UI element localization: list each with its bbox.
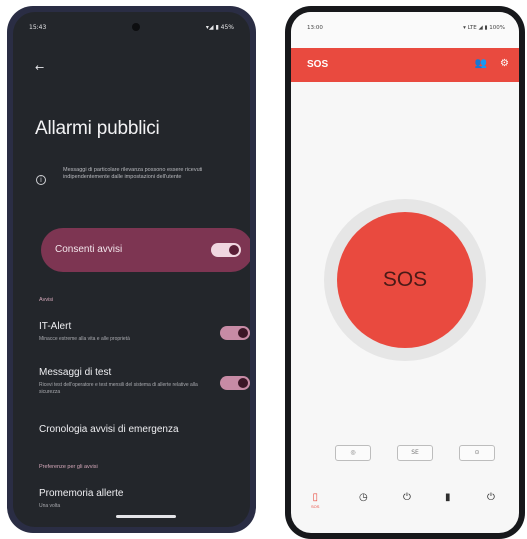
nav-power-tab[interactable]: ⏻	[403, 492, 411, 503]
emergency-alert-history-link[interactable]: Cronologia avvisi di emergenza	[39, 424, 179, 435]
nav-history-tab[interactable]: ◷	[359, 492, 368, 503]
consent-alerts-switch[interactable]	[211, 243, 241, 257]
sos-screen: 13:00 ▾ LTE ◢ ▮ 100% SOS 👥 ⚙ SOS ◎ SE ⊙ …	[291, 12, 519, 533]
sos-button-label: SOS	[382, 268, 428, 291]
contacts-icon[interactable]: 👥	[475, 58, 487, 69]
phone-sos-app: 13:00 ▾ LTE ◢ ▮ 100% SOS 👥 ⚙ SOS ◎ SE ⊙ …	[285, 6, 525, 539]
sos-tab-icon: ▯	[312, 492, 318, 503]
status-time: 13:00	[307, 25, 323, 31]
nav-power-alt-tab[interactable]: ⏻	[487, 492, 495, 503]
quick-action-button-1[interactable]: ◎	[335, 445, 371, 461]
power-icon: ⏻	[403, 492, 411, 503]
switch-thumb	[229, 245, 239, 255]
alert-reminder-subtitle: Una volta	[39, 503, 61, 509]
app-bar: SOS 👥 ⚙	[291, 48, 519, 82]
it-alert-title: IT-Alert	[39, 321, 72, 332]
settings-gear-icon[interactable]: ⚙	[500, 58, 509, 69]
it-alert-subtitle: Minacce estreme alla vita e alle proprie…	[39, 336, 130, 342]
consent-alerts-label: Consenti avvisi	[55, 244, 123, 255]
gesture-nav-bar[interactable]	[116, 515, 176, 518]
test-messages-subtitle: Ricevi test dell'operatore e test mensil…	[39, 382, 198, 395]
status-bar: 13:00 ▾ LTE ◢ ▮ 100%	[291, 12, 519, 48]
page-title: Allarmi pubblici	[35, 118, 160, 139]
status-indicators: ▾◢ ▮ 45%	[205, 24, 234, 31]
power-icon: ⏻	[487, 492, 495, 503]
clock-icon: ◷	[359, 492, 368, 503]
back-arrow-icon[interactable]: ←	[35, 61, 44, 74]
quick-action-button-2[interactable]: SE	[397, 445, 433, 461]
quick-action-button-3[interactable]: ⊙	[459, 445, 495, 461]
bottom-navigation: ▯ SOS ◷ ⏻ ▮ ⏻	[291, 486, 519, 516]
status-indicators: ▾ LTE ◢ ▮ 100%	[463, 25, 505, 31]
test-messages-title: Messaggi di test	[39, 367, 112, 378]
nav-sos-tab[interactable]: ▯ SOS	[311, 492, 319, 509]
info-icon: i	[36, 175, 46, 185]
phone-settings: 15:43 ▾◢ ▮ 45% ← Allarmi pubblici i Mess…	[7, 6, 256, 533]
app-title: SOS	[307, 59, 329, 70]
sos-button[interactable]: SOS	[337, 212, 473, 348]
settings-screen: 15:43 ▾◢ ▮ 45% ← Allarmi pubblici i Mess…	[13, 12, 250, 527]
section-header-preferences: Preferenze per gli avvisi	[39, 464, 98, 470]
test-messages-switch[interactable]	[220, 376, 250, 390]
phone-icon: ▮	[445, 492, 451, 503]
consent-alerts-toggle-row[interactable]: Consenti avvisi	[41, 228, 250, 272]
front-camera	[132, 23, 140, 31]
switch-thumb	[238, 378, 248, 388]
sos-tab-caption: SOS	[311, 504, 320, 509]
section-header-alerts: Avvisi	[39, 297, 54, 303]
alert-reminder-title: Promemoria allerte	[39, 488, 124, 499]
switch-thumb	[238, 328, 248, 338]
nav-device-tab[interactable]: ▮	[445, 492, 451, 503]
it-alert-switch[interactable]	[220, 326, 250, 340]
status-time: 15:43	[29, 24, 47, 31]
info-text: Messaggi di particolare rilevanza posson…	[63, 167, 203, 180]
